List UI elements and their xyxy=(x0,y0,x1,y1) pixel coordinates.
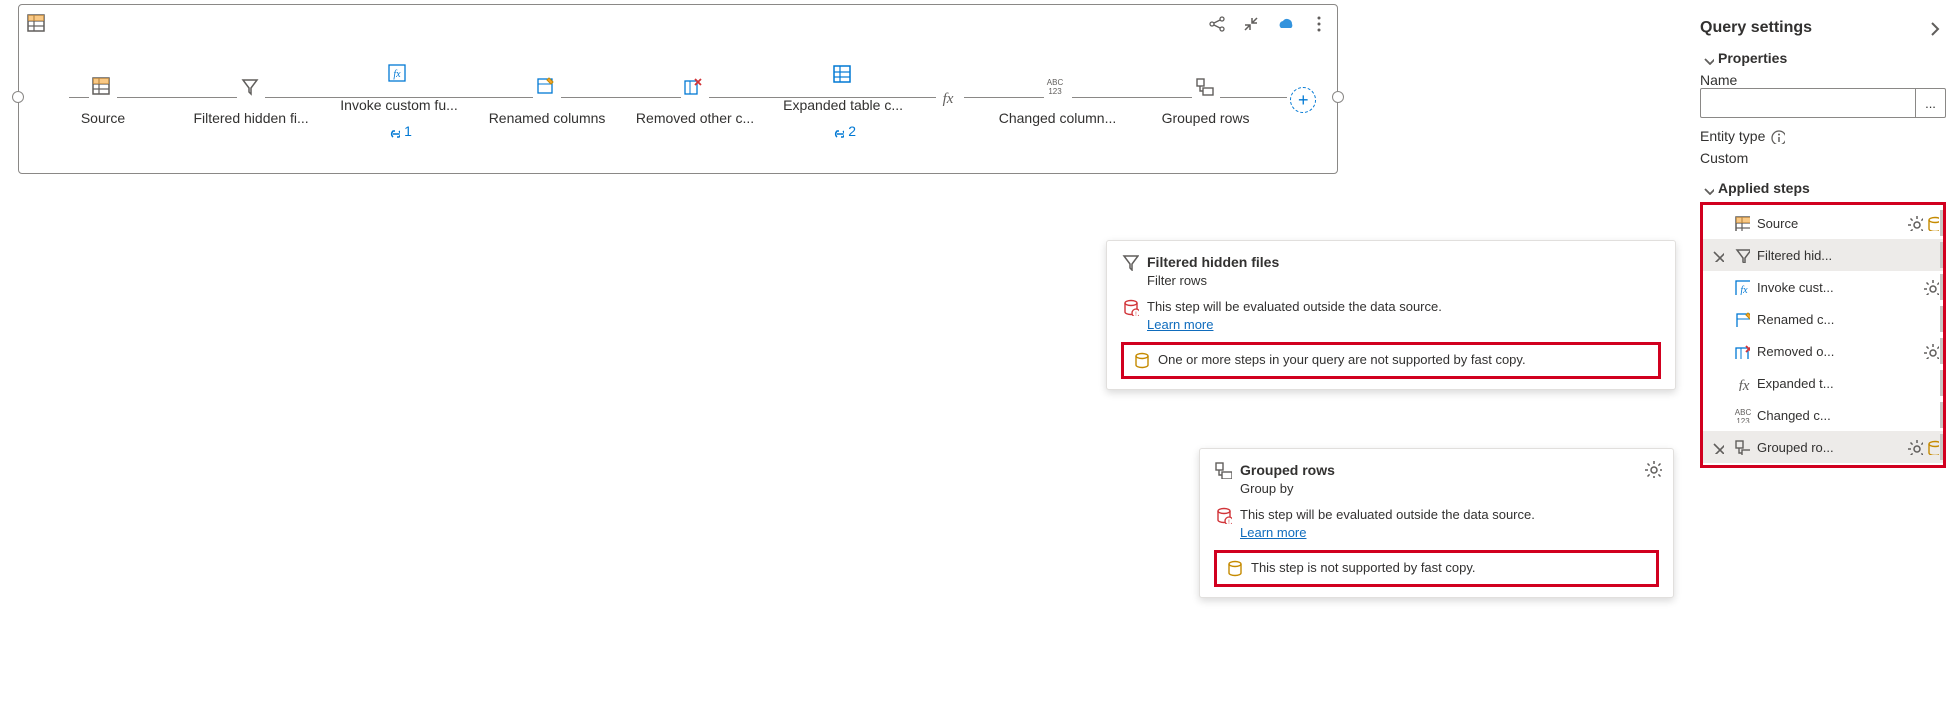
applied-steps-list: Source Filtered hid... Invoke cust... Re… xyxy=(1700,202,1946,468)
applied-step-source[interactable]: Source xyxy=(1703,207,1943,239)
applied-step-grouped-rows[interactable]: Grouped ro... xyxy=(1703,431,1943,463)
step-label: Removed other c... xyxy=(636,110,754,126)
step-label: Source xyxy=(81,110,125,126)
step-expanded-table[interactable]: Expanded table c... 2 xyxy=(769,61,917,139)
fastcopy-warning-text: This step is not supported by fast copy. xyxy=(1251,559,1476,577)
collapse-icon[interactable] xyxy=(1239,12,1263,36)
name-more-button[interactable]: ... xyxy=(1916,88,1946,118)
tooltip-warning-text: This step will be evaluated outside the … xyxy=(1147,299,1442,314)
learn-more-link[interactable]: Learn more xyxy=(1240,525,1306,540)
learn-more-link[interactable]: Learn more xyxy=(1147,317,1213,332)
properties-header[interactable]: Properties xyxy=(1700,50,1946,66)
tooltip-warning-text: This step will be evaluated outside the … xyxy=(1240,507,1535,522)
applied-step-removed-other[interactable]: Removed o... xyxy=(1703,335,1943,367)
add-step[interactable]: + xyxy=(1280,87,1327,113)
gear-icon[interactable] xyxy=(1907,439,1923,455)
tooltip-grouped-rows: Grouped rows Group by This step will be … xyxy=(1199,448,1674,598)
db-warn-icon xyxy=(1214,506,1232,524)
step-label: Grouped rows xyxy=(1162,110,1250,126)
chevron-down-icon xyxy=(1700,181,1714,195)
chevron-right-icon[interactable] xyxy=(1922,16,1946,40)
gear-icon[interactable] xyxy=(1907,215,1923,231)
entity-type-value: Custom xyxy=(1700,150,1946,166)
step-label: Renamed columns xyxy=(489,110,606,126)
chevron-down-icon xyxy=(1700,51,1714,65)
info-icon[interactable] xyxy=(1769,128,1785,144)
applied-steps-header[interactable]: Applied steps xyxy=(1700,180,1946,196)
db-icon xyxy=(1132,351,1150,369)
applied-step-filtered-hidden[interactable]: Filtered hid... xyxy=(1703,239,1943,271)
db-warn-icon xyxy=(1121,298,1139,316)
db-icon xyxy=(1925,439,1939,455)
diagram-output-port[interactable] xyxy=(1332,91,1344,103)
filter-icon xyxy=(1121,253,1139,271)
step-label: Filtered hidden fi... xyxy=(193,110,308,126)
x-icon[interactable] xyxy=(1710,440,1724,454)
gear-icon[interactable] xyxy=(1923,279,1939,295)
step-renamed-columns[interactable]: Renamed columns xyxy=(473,74,621,126)
tooltip-title: Grouped rows xyxy=(1240,462,1335,478)
fastcopy-warning-box: One or more steps in your query are not … xyxy=(1121,342,1661,378)
cloud-icon[interactable] xyxy=(1273,12,1297,36)
step-changed-column-type[interactable]: Changed column... xyxy=(984,74,1132,126)
tooltip-subtitle: Group by xyxy=(1214,481,1659,496)
step-grouped-rows[interactable]: Grouped rows xyxy=(1132,74,1280,126)
panel-title: Query settings xyxy=(1700,19,1812,37)
step-removed-other-columns[interactable]: Removed other c... xyxy=(621,74,769,126)
db-icon xyxy=(1225,559,1243,577)
step-label: Changed column... xyxy=(999,110,1117,126)
step-fx[interactable] xyxy=(917,86,983,114)
share-icon[interactable] xyxy=(1205,12,1229,36)
query-diagram: Source Filtered hidden fi... Invoke cust… xyxy=(18,4,1338,174)
gear-icon[interactable] xyxy=(1641,457,1665,481)
db-icon xyxy=(1925,215,1939,231)
entity-type-label: Entity type xyxy=(1700,128,1946,144)
fastcopy-warning-text: One or more steps in your query are not … xyxy=(1158,351,1526,369)
plus-icon[interactable]: + xyxy=(1290,87,1316,113)
applied-step-renamed[interactable]: Renamed c... xyxy=(1703,303,1943,335)
tooltip-title: Filtered hidden files xyxy=(1147,254,1279,270)
tooltip-filtered-hidden-files: Filtered hidden files Filter rows This s… xyxy=(1106,240,1676,390)
step-label: Expanded table c... xyxy=(783,97,903,113)
group-icon xyxy=(1214,461,1232,479)
table-icon[interactable] xyxy=(25,12,49,36)
step-link-count[interactable]: 2 xyxy=(830,123,856,139)
name-label: Name xyxy=(1700,72,1946,88)
diagram-input-port[interactable] xyxy=(12,91,24,103)
more-icon[interactable] xyxy=(1307,12,1331,36)
applied-step-expanded-table[interactable]: Expanded t... xyxy=(1703,367,1943,399)
step-link-count[interactable]: 1 xyxy=(386,123,412,139)
gear-icon[interactable] xyxy=(1923,343,1939,359)
fastcopy-warning-box: This step is not supported by fast copy. xyxy=(1214,550,1659,586)
applied-step-invoke-custom[interactable]: Invoke cust... xyxy=(1703,271,1943,303)
step-label: Invoke custom fu... xyxy=(340,97,458,113)
steps-row: Source Filtered hidden fi... Invoke cust… xyxy=(29,60,1327,140)
tooltip-subtitle: Filter rows xyxy=(1121,273,1661,288)
x-icon[interactable] xyxy=(1710,248,1724,262)
step-source[interactable]: Source xyxy=(29,74,177,126)
applied-step-changed-column[interactable]: Changed c... xyxy=(1703,399,1943,431)
step-filtered-hidden[interactable]: Filtered hidden fi... xyxy=(177,74,325,126)
query-settings-panel: Query settings Properties Name ... Entit… xyxy=(1690,4,1952,704)
step-invoke-custom-fn[interactable]: Invoke custom fu... 1 xyxy=(325,61,473,139)
name-input[interactable] xyxy=(1700,88,1916,118)
